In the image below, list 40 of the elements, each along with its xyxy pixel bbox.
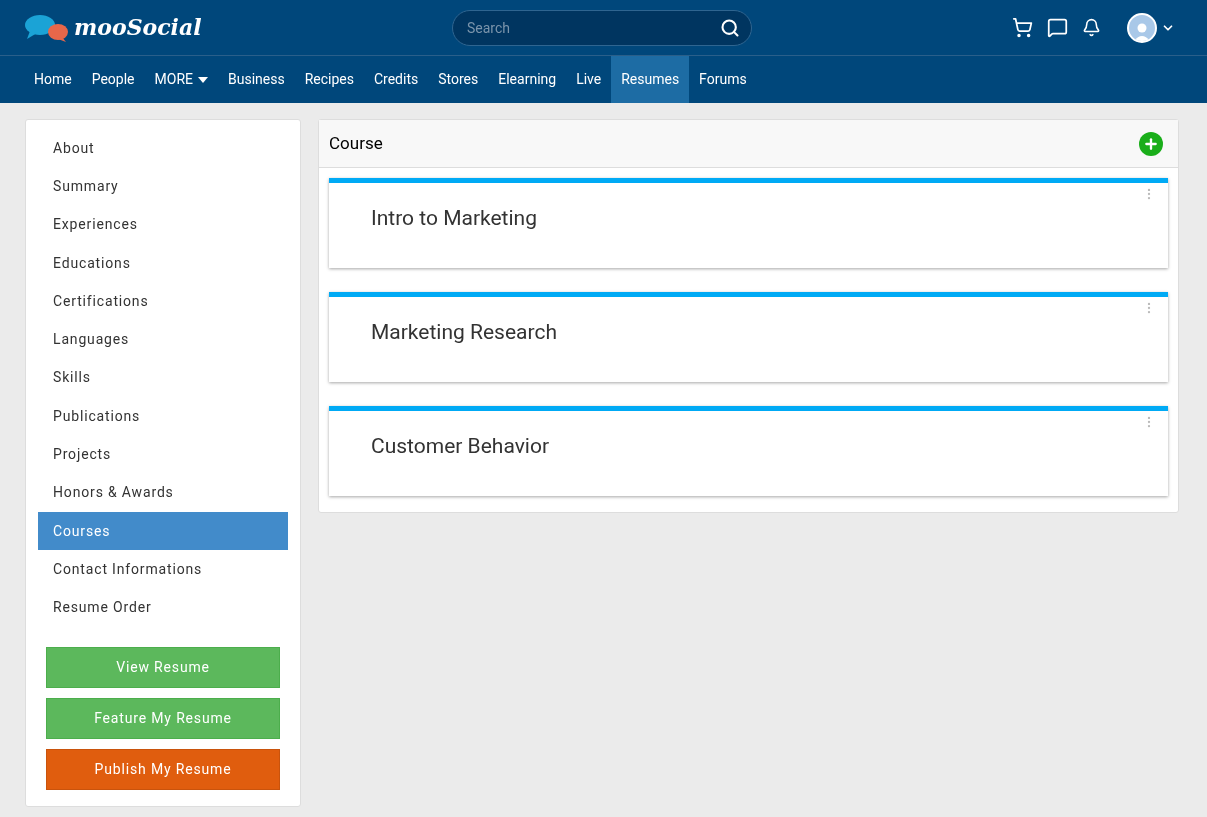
plus-icon [1143, 135, 1159, 152]
caret-icon [198, 76, 208, 83]
nav-link[interactable]: Credits [363, 56, 429, 103]
resume-button[interactable]: Publish My Resume [46, 748, 280, 790]
chat-icon[interactable] [1047, 17, 1068, 38]
nav-link[interactable]: Forums [689, 56, 757, 103]
course-title: Customer Behavior [371, 433, 550, 460]
nav-link[interactable]: Business [218, 56, 295, 103]
add-button[interactable] [1139, 131, 1163, 156]
nav-link[interactable]: Recipes [294, 56, 364, 103]
nav-link[interactable]: Home [24, 56, 82, 103]
avatar[interactable] [1127, 12, 1157, 43]
sidebar-item[interactable]: Resume Order [38, 588, 288, 627]
logo-text[interactable]: mooSocial [74, 11, 202, 44]
course-title: Intro to Marketing [371, 205, 537, 232]
sidebar-item[interactable]: Languages [38, 320, 288, 359]
search-icon[interactable] [720, 17, 740, 38]
course-title: Marketing Research [371, 319, 557, 346]
sidebar-item[interactable]: Skills [38, 358, 288, 398]
nav-link[interactable]: Elearning [488, 56, 567, 103]
sidebar-item[interactable]: About [38, 129, 288, 168]
sidebar-item[interactable]: Publications [38, 397, 288, 436]
sidebar-item[interactable]: Projects [38, 435, 288, 474]
logo-icon [24, 13, 70, 42]
sidebar-item[interactable]: Contact Informations [38, 550, 288, 589]
nav-link[interactable]: Stores [428, 56, 489, 103]
notification-icon[interactable] [1082, 18, 1101, 37]
nav-link[interactable]: Resumes [611, 56, 690, 103]
sidebar-item[interactable]: Honors & Awards [38, 473, 288, 512]
sidebar-item[interactable]: Courses [38, 511, 288, 551]
sidebar-item[interactable]: Summary [38, 167, 288, 206]
sidebar-item[interactable]: Educations [38, 243, 288, 283]
nav-link[interactable]: People [81, 56, 145, 103]
cart-icon[interactable] [1012, 17, 1033, 38]
search-field[interactable]: Search [452, 9, 752, 46]
sidebar-item[interactable]: Experiences [38, 205, 288, 244]
sidebar-item[interactable]: Certifications [38, 282, 288, 321]
panel-title: Course [329, 131, 383, 155]
nav-link[interactable]: MORE [144, 56, 218, 103]
nav-link[interactable]: Live [566, 56, 612, 103]
